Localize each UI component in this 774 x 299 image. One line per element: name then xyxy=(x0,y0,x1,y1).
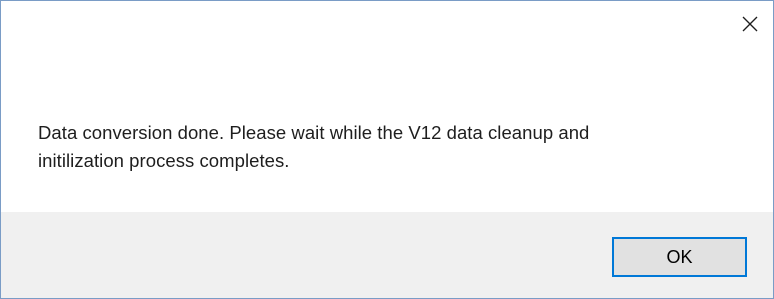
title-bar xyxy=(1,1,773,47)
message-line-1: Data conversion done. Please wait while … xyxy=(38,122,590,143)
button-bar: OK xyxy=(1,212,773,298)
message-line-2: initilization process completes. xyxy=(38,150,290,171)
ok-button-label: OK xyxy=(666,246,693,267)
close-button[interactable] xyxy=(727,1,773,47)
message-dialog: Data conversion done. Please wait while … xyxy=(0,0,774,299)
close-icon xyxy=(742,16,758,32)
ok-button[interactable]: OK xyxy=(612,237,747,277)
message-text: Data conversion done. Please wait while … xyxy=(38,119,738,175)
